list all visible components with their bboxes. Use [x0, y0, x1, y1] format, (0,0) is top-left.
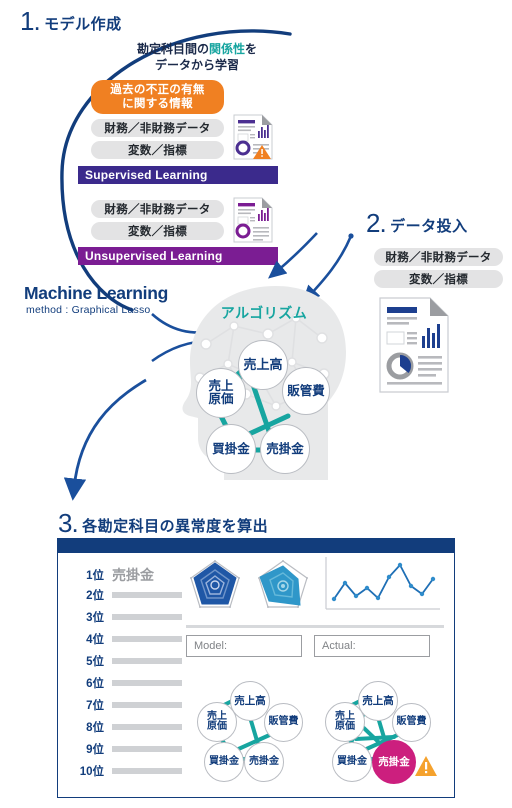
actual-field[interactable]: Actual:	[314, 635, 430, 657]
brain-node-payable-label: 買掛金	[212, 441, 250, 456]
rank-row-8: 8位	[70, 719, 182, 735]
rank-bar-6	[112, 680, 182, 686]
actual-node-receivable-label: 売掛金	[378, 755, 410, 768]
actual-node-sga-label: 販管費	[396, 716, 427, 728]
model-field[interactable]: Model:	[186, 635, 302, 657]
step2-index-pill: 変数／指標	[374, 270, 503, 288]
supervised-financial-data-pill: 財務／非財務データ	[91, 119, 224, 137]
rank-bar-10	[112, 768, 182, 774]
model-node-cogs: 売上 原価	[197, 702, 237, 742]
past-fraud-line1: 過去の不正の有無	[110, 84, 205, 96]
model-node-cogs-line2: 原価	[207, 721, 227, 732]
step2-title: データ投入	[390, 218, 468, 235]
rank-row-2: 2位	[70, 587, 182, 603]
rank-bar-7	[112, 702, 182, 708]
brain-node-sga-label: 販管費	[287, 383, 325, 398]
brain-node-cogs: 売上 原価	[196, 368, 246, 418]
model-node-payable-label: 買掛金	[209, 755, 239, 767]
radar-chart-actual	[258, 560, 308, 608]
model-node-receivable-label: 売掛金	[249, 755, 279, 767]
supervised-index-pill: 変数／指標	[91, 141, 224, 159]
model-node-receivable: 売掛金	[244, 742, 284, 782]
brain-node-receivable: 売掛金	[260, 424, 310, 474]
brain-node-sga: 販管費	[282, 367, 330, 415]
caption-line2: データから学習	[154, 58, 239, 72]
rank-label-9: 9位	[86, 744, 104, 756]
step2-number: 2.	[366, 208, 387, 238]
rank-bar-4	[112, 636, 182, 642]
machine-learning-method: method : Graphical Lasso	[26, 304, 151, 316]
caption-highlight: 関係性	[208, 42, 245, 56]
brain-node-sales-label: 売上高	[243, 357, 283, 373]
rank-label-3: 3位	[86, 612, 104, 624]
step3-heading: 3. 各勘定科目の異常度を算出	[58, 508, 268, 539]
section1-caption: 勘定科目間の関係性を データから学習	[104, 41, 290, 73]
brain-node-sales: 売上高	[238, 340, 288, 390]
rank-label-1: 1位	[86, 570, 104, 582]
actual-node-payable-label: 買掛金	[337, 755, 367, 767]
past-fraud-info-pill: 過去の不正の有無 に関する情報	[91, 80, 224, 114]
rank-bar-5	[112, 658, 182, 664]
model-node-sga-label: 販管費	[268, 716, 299, 728]
model-node-sales-label: 売上高	[234, 694, 266, 707]
caption-pre: 勘定科目間の	[136, 42, 209, 56]
step2-heading: 2. データ投入	[366, 208, 468, 239]
machine-learning-title: Machine Learning	[24, 283, 168, 303]
rank-label-7: 7位	[86, 700, 104, 712]
actual-node-sga: 販管費	[392, 703, 431, 742]
rank-label-6: 6位	[86, 678, 104, 690]
rank-label-4: 4位	[86, 634, 104, 646]
step3-number: 3.	[58, 508, 79, 538]
unsupervised-index-pill: 変数／指標	[91, 222, 224, 240]
rank-label-8: 8位	[86, 722, 104, 734]
rank-bar-8	[112, 724, 182, 730]
data-report-document-icon	[379, 297, 449, 393]
anomaly-trend-line-chart	[325, 557, 440, 610]
unsupervised-financial-data-pill: 財務／非財務データ	[91, 200, 224, 218]
step3-title: 各勘定科目の異常度を算出	[82, 518, 269, 535]
panel-divider	[186, 625, 444, 628]
anomaly-score-panel: 1位 売掛金 2位 3位 4位 5位 6位 7位 8位 9位 10位 Model…	[57, 538, 455, 798]
rank-label-5: 5位	[86, 656, 104, 668]
algorithm-label: アルゴリズム	[220, 305, 308, 321]
actual-node-payable: 買掛金	[332, 742, 372, 782]
actual-node-receivable-anomalous: 売掛金	[372, 740, 416, 784]
past-fraud-line2: に関する情報	[122, 98, 193, 110]
rank-row-6: 6位	[70, 675, 182, 691]
anomaly-warning-icon	[415, 756, 437, 776]
rank-label-2: 2位	[86, 590, 104, 602]
rank-name-1: 売掛金	[112, 567, 154, 583]
arrow-to-step3	[63, 378, 147, 501]
caption-post: を	[245, 42, 258, 56]
radar-chart-model	[190, 560, 240, 608]
rank-row-7: 7位	[70, 697, 182, 713]
actual-node-sales-label: 売上高	[362, 694, 394, 707]
brain-node-payable: 買掛金	[206, 424, 256, 474]
rank-row-5: 5位	[70, 653, 182, 669]
document-with-warning-icon	[233, 114, 273, 160]
brain-node-cogs-line2: 原価	[208, 392, 234, 406]
rank-bar-2	[112, 592, 182, 598]
actual-node-cogs: 売上 原価	[325, 702, 365, 742]
actual-node-cogs-line2: 原価	[335, 721, 355, 732]
rank-row-3: 3位	[70, 609, 182, 625]
brain-node-receivable-label: 売掛金	[266, 441, 304, 456]
model-node-payable: 買掛金	[204, 742, 244, 782]
step2-financial-data-pill: 財務／非財務データ	[374, 248, 503, 266]
rank-bar-9	[112, 746, 182, 752]
model-node-sga: 販管費	[264, 703, 303, 742]
rank-label-10: 10位	[79, 766, 104, 778]
rank-row-9: 9位	[70, 741, 182, 757]
rank-row-1: 1位 売掛金	[70, 565, 154, 585]
panel-header-bar	[58, 539, 454, 553]
rank-row-4: 4位	[70, 631, 182, 647]
rank-row-10: 10位	[70, 763, 182, 779]
rank-bar-3	[112, 614, 182, 620]
supervised-learning-bar: Supervised Learning	[78, 166, 278, 184]
